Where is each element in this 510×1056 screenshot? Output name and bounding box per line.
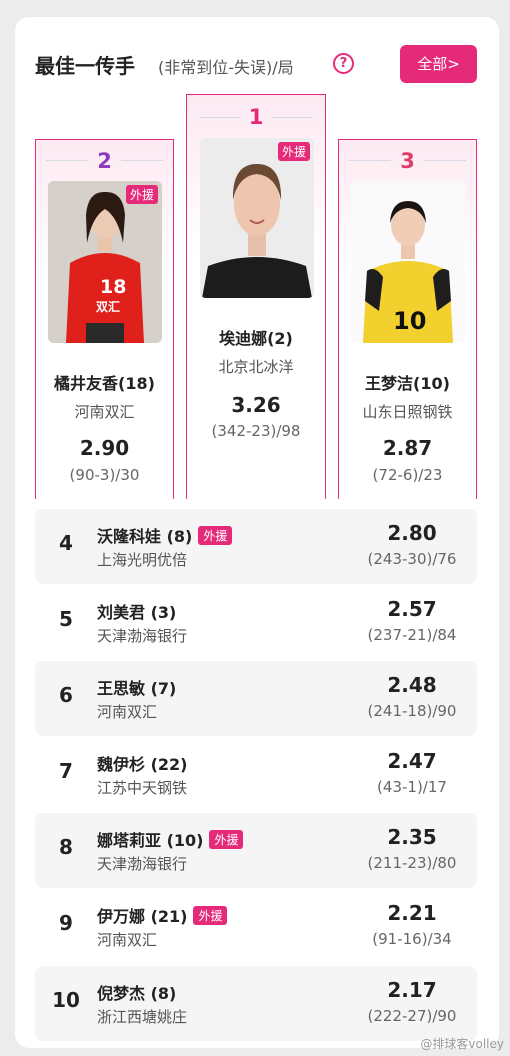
- ranking-row[interactable]: 4 沃隆科娃 (8) 外援 上海光明优倍 2.80 (243-30)/76: [35, 509, 477, 584]
- watermark: @排球客volley: [420, 1037, 504, 1051]
- row-detail: (222-27)/90: [367, 1007, 457, 1025]
- podium-rank: 1: [248, 105, 264, 129]
- podium-card-rank-3[interactable]: 3 10 王梦洁(10) 山东日照钢铁 2.87 (72-6)/23: [338, 139, 477, 499]
- page-subtitle: (非常到位-失误)/局: [158, 58, 294, 77]
- svg-text:18: 18: [100, 276, 126, 298]
- row-rank: 7: [59, 759, 73, 783]
- ranking-row[interactable]: 9 伊万娜 (21) 外援 河南双汇 2.21 (91-16)/34: [35, 889, 477, 964]
- foreign-player-badge: 外援: [209, 829, 244, 849]
- row-rank: 9: [59, 911, 73, 935]
- podium-rank: 3: [400, 149, 415, 173]
- foreign-player-badge: 外援: [193, 905, 228, 925]
- row-value: 2.48: [387, 673, 437, 697]
- foreign-player-badge: 外援: [125, 185, 158, 204]
- player-value: 3.26: [231, 393, 281, 417]
- row-rank: 6: [59, 683, 73, 707]
- row-player-name: 沃隆科娃 (8) 外援: [97, 523, 233, 547]
- row-team: 浙江西塘姚庄: [97, 1008, 188, 1026]
- view-all-button[interactable]: 全部>: [400, 45, 477, 83]
- row-team: 河南双汇: [97, 703, 158, 721]
- player-detail: (90-3)/30: [69, 466, 140, 484]
- row-rank: 5: [59, 607, 73, 631]
- player-photo: 10: [351, 181, 465, 343]
- foreign-player-badge: 外援: [277, 142, 310, 161]
- row-detail: (237-21)/84: [367, 626, 457, 644]
- row-player-name: 倪梦杰 (8): [97, 984, 177, 1003]
- row-rank: 10: [52, 988, 80, 1012]
- row-value: 2.80: [387, 521, 437, 545]
- player-detail: (72-6)/23: [372, 466, 443, 484]
- row-player-name: 王思敏 (7): [97, 679, 177, 698]
- row-team: 天津渤海银行: [97, 855, 188, 873]
- row-rank: 4: [59, 531, 73, 555]
- player-name: 埃迪娜(2): [219, 329, 293, 348]
- player-photo: 外援: [200, 138, 314, 298]
- svg-text:10: 10: [393, 307, 426, 335]
- row-team: 河南双汇: [97, 931, 158, 949]
- podium-rank: 2: [97, 149, 112, 173]
- row-player-name: 娜塔莉亚 (10) 外援: [97, 827, 244, 851]
- row-player-name: 刘美君 (3): [97, 603, 177, 622]
- help-icon[interactable]: ?: [333, 53, 354, 74]
- player-value: 2.87: [382, 436, 433, 460]
- row-value: 2.35: [387, 825, 437, 849]
- podium-card-rank-2[interactable]: 2 18 双汇 外援 橘井友香(18) 河南双汇 2.90 (90-3)/30: [35, 139, 174, 499]
- ranking-row[interactable]: 10 倪梦杰 (8) 浙江西塘姚庄 2.17 (222-27)/90: [35, 966, 477, 1041]
- row-player-name: 伊万娜 (21) 外援: [97, 903, 228, 927]
- ranking-row[interactable]: 8 娜塔莉亚 (10) 外援 天津渤海银行 2.35 (211-23)/80: [35, 813, 477, 888]
- player-figure-icon: 18 双汇: [48, 181, 162, 343]
- ranking-row[interactable]: 7 魏伊杉 (22) 江苏中天钢铁 2.47 (43-1)/17: [35, 737, 477, 812]
- row-player-name: 魏伊杉 (22): [97, 755, 188, 774]
- row-detail: (91-16)/34: [372, 930, 452, 948]
- row-detail: (211-23)/80: [367, 854, 457, 872]
- row-team: 江苏中天钢铁: [97, 779, 188, 797]
- player-value: 2.90: [79, 436, 130, 460]
- row-team: 上海光明优倍: [97, 551, 188, 569]
- player-name: 橘井友香(18): [54, 374, 155, 393]
- player-team: 河南双汇: [74, 403, 135, 421]
- row-team: 天津渤海银行: [97, 627, 188, 645]
- player-name: 王梦洁(10): [365, 374, 450, 393]
- row-detail: (43-1)/17: [377, 778, 447, 796]
- row-value: 2.47: [387, 749, 437, 773]
- player-photo: 18 双汇 外援: [48, 181, 162, 343]
- player-detail: (342-23)/98: [211, 422, 301, 440]
- foreign-player-badge: 外援: [198, 525, 233, 545]
- player-figure-icon: [200, 138, 314, 298]
- player-figure-icon: 10: [351, 181, 465, 343]
- podium-card-rank-1[interactable]: 1 外援 埃迪娜(2) 北京北冰洋 3.26 (342-23)/98: [186, 94, 326, 499]
- svg-text:双汇: 双汇: [96, 300, 120, 314]
- ranking-row[interactable]: 6 王思敏 (7) 河南双汇 2.48 (241-18)/90: [35, 661, 477, 736]
- page-title: 最佳一传手: [35, 54, 135, 78]
- row-rank: 8: [59, 835, 73, 859]
- row-value: 2.57: [387, 597, 437, 621]
- row-value: 2.21: [387, 901, 437, 925]
- row-detail: (243-30)/76: [367, 550, 457, 568]
- row-value: 2.17: [387, 978, 437, 1002]
- row-detail: (241-18)/90: [367, 702, 457, 720]
- ranking-row[interactable]: 5 刘美君 (3) 天津渤海银行 2.57 (237-21)/84: [35, 585, 477, 660]
- player-team: 山东日照钢铁: [362, 403, 453, 421]
- player-team: 北京北冰洋: [218, 358, 294, 376]
